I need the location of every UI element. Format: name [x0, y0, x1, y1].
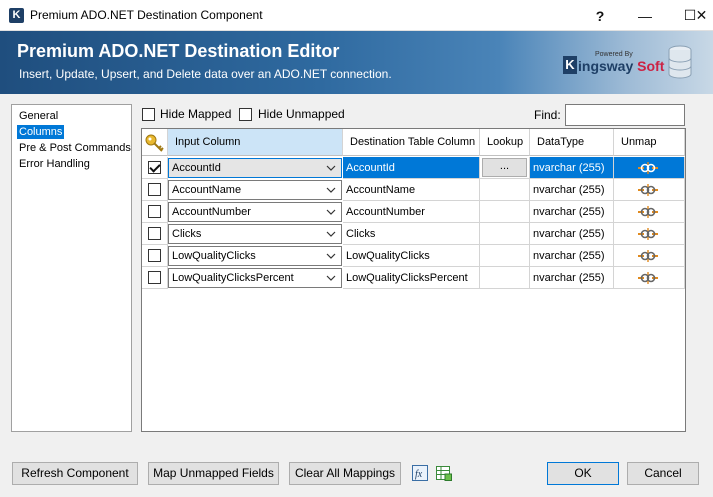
title-bar: K Premium ADO.NET Destination Component … [0, 0, 713, 31]
destination-column-cell[interactable]: LowQualityClicks [343, 245, 480, 267]
hide-mapped-label: Hide Mapped [160, 107, 232, 121]
hide-unmapped-checkbox[interactable] [239, 108, 252, 121]
sidebar-item-columns[interactable]: Columns [17, 125, 65, 139]
header-destination-column[interactable]: Destination Table Column [343, 129, 480, 156]
lookup-cell[interactable] [480, 179, 530, 201]
destination-column-cell[interactable]: AccountId [343, 157, 480, 179]
input-column-dropdown[interactable]: AccountId [168, 158, 342, 178]
chevron-down-icon [326, 165, 336, 171]
cancel-button[interactable]: Cancel [627, 462, 699, 485]
header-lookup[interactable]: Lookup [480, 129, 530, 156]
datatype-cell: nvarchar (255) [530, 179, 614, 201]
editor-subtitle: Insert, Update, Upsert, and Delete data … [19, 67, 392, 81]
table-row[interactable]: AccountName AccountName nvarchar (255) [142, 179, 685, 201]
lookup-cell[interactable] [480, 223, 530, 245]
sidebar-item-error-handling[interactable]: Error Handling [17, 157, 92, 171]
destination-column-cell[interactable]: AccountName [343, 179, 480, 201]
header-input-column[interactable]: Input Column [168, 129, 343, 156]
find-input[interactable] [565, 104, 685, 126]
header-datatype[interactable]: DataType [530, 129, 614, 156]
unmap-icon[interactable] [637, 205, 659, 219]
chevron-down-icon [326, 231, 336, 237]
column-mapping-grid: Input Column Destination Table Column Lo… [141, 128, 686, 432]
refresh-component-button[interactable]: Refresh Component [12, 462, 138, 485]
input-column-value: AccountNumber [172, 206, 251, 218]
expression-fx-icon[interactable]: fx [412, 465, 428, 481]
find-label: Find: [534, 108, 561, 122]
input-column-dropdown[interactable]: AccountNumber [168, 202, 342, 222]
row-select-checkbox[interactable] [148, 227, 161, 240]
datatype-cell: nvarchar (255) [530, 157, 614, 179]
clear-all-mappings-button[interactable]: Clear All Mappings [289, 462, 401, 485]
input-column-dropdown[interactable]: Clicks [168, 224, 342, 244]
window-title: Premium ADO.NET Destination Component [30, 8, 263, 22]
unmap-icon[interactable] [637, 161, 659, 175]
app-icon: K [9, 8, 24, 23]
datatype-cell: nvarchar (255) [530, 245, 614, 267]
help-button[interactable]: ? [577, 0, 623, 31]
editor-title: Premium ADO.NET Destination Editor [17, 41, 340, 61]
sidebar: General Columns Pre & Post Commands Erro… [11, 104, 132, 432]
chevron-down-icon [326, 275, 336, 281]
kingswaysoft-logo: Powered By K ingsway Soft [563, 51, 664, 81]
unmap-icon[interactable] [637, 183, 659, 197]
destination-column-cell[interactable]: LowQualityClicksPercent [343, 267, 480, 289]
lookup-button[interactable]: ... [482, 158, 527, 177]
row-select-checkbox[interactable] [148, 249, 161, 262]
variables-grid-icon[interactable] [436, 465, 452, 481]
header-key-cell [142, 129, 168, 156]
sidebar-item-pre-post-commands[interactable]: Pre & Post Commands [17, 141, 133, 155]
datatype-cell: nvarchar (255) [530, 223, 614, 245]
database-icon [668, 45, 692, 79]
minimize-button[interactable]: — [622, 0, 668, 31]
chevron-down-icon [326, 187, 336, 193]
destination-column-cell[interactable]: Clicks [343, 223, 480, 245]
logo-k-mark: K [563, 56, 577, 74]
header-unmap[interactable]: Unmap [614, 129, 685, 156]
chevron-down-icon [326, 209, 336, 215]
datatype-cell: nvarchar (255) [530, 267, 614, 289]
header-banner: Premium ADO.NET Destination Editor Inser… [0, 31, 713, 94]
row-select-checkbox[interactable] [148, 205, 161, 218]
input-column-value: LowQualityClicks [172, 250, 256, 262]
close-button[interactable]: ✕ [690, 0, 713, 31]
table-row[interactable]: LowQualityClicks LowQualityClicks nvarch… [142, 245, 685, 267]
lookup-cell[interactable] [480, 267, 530, 289]
map-unmapped-fields-button[interactable]: Map Unmapped Fields [148, 462, 279, 485]
key-icon [145, 134, 164, 152]
hide-mapped-checkbox[interactable] [142, 108, 155, 121]
sidebar-item-general[interactable]: General [17, 109, 60, 123]
input-column-dropdown[interactable]: LowQualityClicks [168, 246, 342, 266]
input-column-dropdown[interactable]: AccountName [168, 180, 342, 200]
hide-unmapped-label: Hide Unmapped [258, 107, 345, 121]
unmap-icon[interactable] [637, 271, 659, 285]
datatype-cell: nvarchar (255) [530, 201, 614, 223]
unmap-icon[interactable] [637, 249, 659, 263]
lookup-cell[interactable] [480, 245, 530, 267]
chevron-down-icon [326, 253, 336, 259]
ok-button[interactable]: OK [547, 462, 619, 485]
logo-name-main: ingsway [578, 58, 634, 74]
unmap-icon[interactable] [637, 227, 659, 241]
input-column-value: LowQualityClicksPercent [172, 272, 294, 284]
svg-text:fx: fx [415, 469, 423, 480]
destination-column-cell[interactable]: AccountNumber [343, 201, 480, 223]
input-column-value: AccountId [172, 162, 221, 174]
input-column-dropdown[interactable]: LowQualityClicksPercent [168, 268, 342, 288]
table-row[interactable]: Clicks Clicks nvarchar (255) [142, 223, 685, 245]
table-row[interactable]: AccountNumber AccountNumber nvarchar (25… [142, 201, 685, 223]
input-column-value: Clicks [172, 228, 202, 240]
logo-powered-by: Powered By [595, 51, 633, 58]
table-row[interactable]: AccountId AccountId ... nvarchar (255) [142, 157, 685, 179]
logo-name: ingsway Soft [578, 58, 664, 74]
table-row[interactable]: LowQualityClicksPercent LowQualityClicks… [142, 267, 685, 289]
input-column-value: AccountName [172, 184, 242, 196]
logo-name-accent: Soft [637, 58, 665, 74]
row-select-checkbox[interactable] [148, 183, 161, 196]
lookup-cell[interactable] [480, 201, 530, 223]
row-select-checkbox[interactable] [148, 271, 161, 284]
